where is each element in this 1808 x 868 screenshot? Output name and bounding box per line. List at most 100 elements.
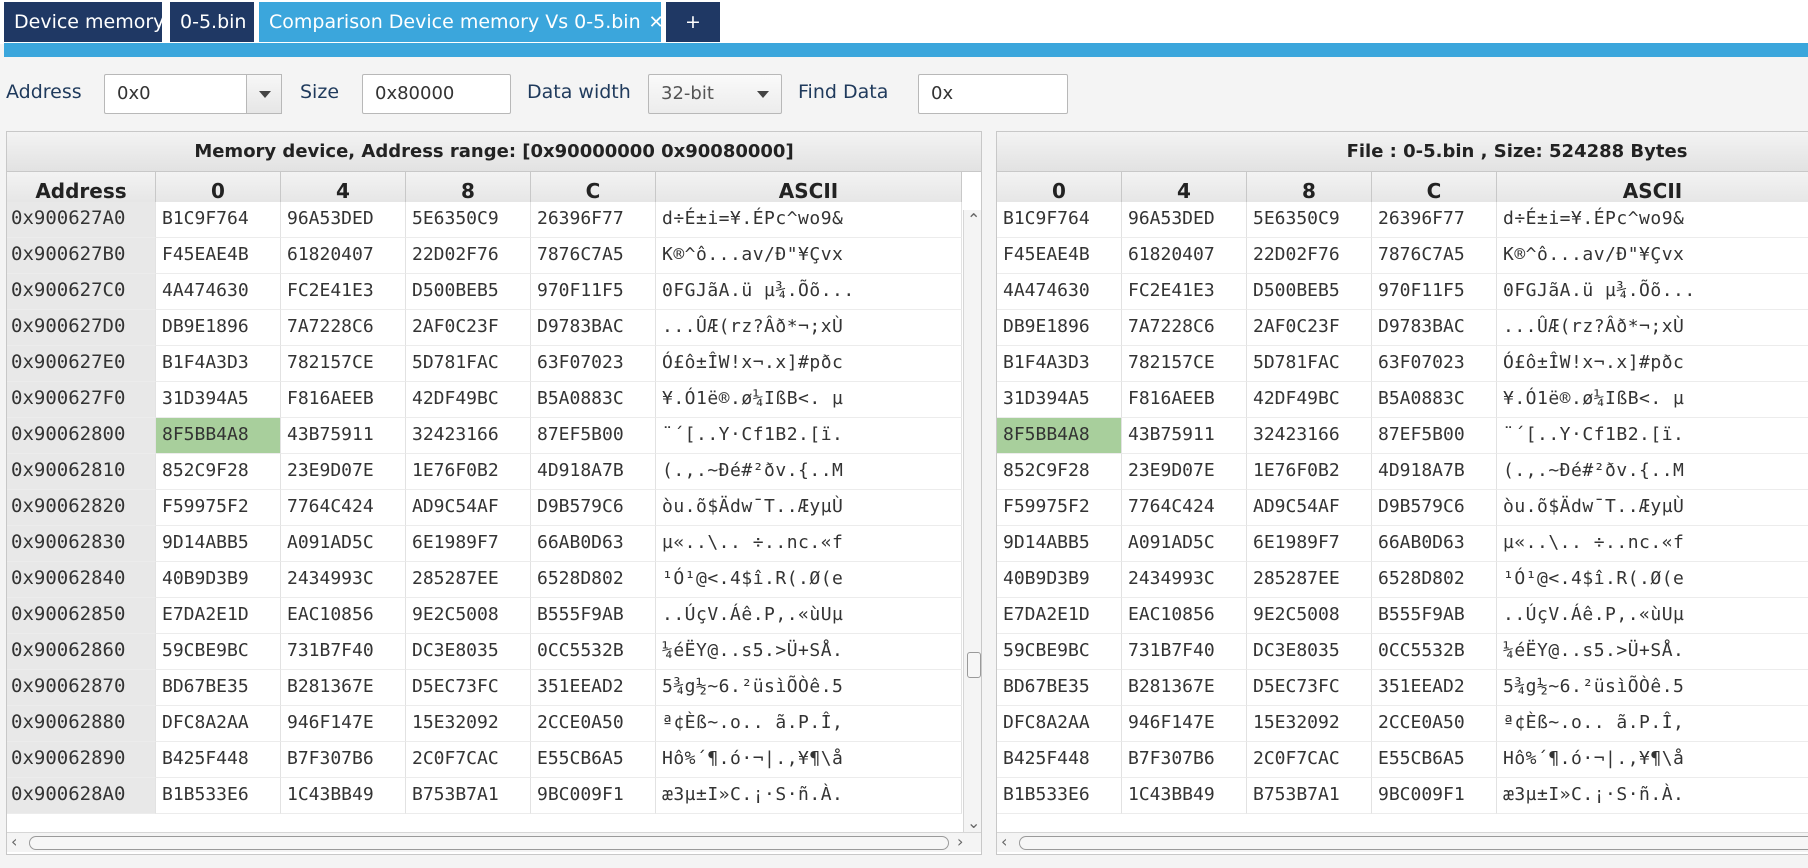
hex-word-cell[interactable]: AD9C54AF bbox=[1247, 490, 1372, 526]
hex-word-cell[interactable]: FC2E41E3 bbox=[1122, 274, 1247, 310]
ascii-cell[interactable]: ¹Ó¹@<.4$î.R(.Ø(e bbox=[1497, 562, 1808, 598]
hex-word-cell[interactable]: E55CB6A5 bbox=[1372, 742, 1497, 778]
hex-word-cell[interactable]: 96A53DED bbox=[1122, 202, 1247, 238]
tab-0-5-bin[interactable]: 0-5.bin bbox=[170, 2, 254, 42]
hex-word-cell[interactable]: F59975F2 bbox=[997, 490, 1122, 526]
hex-word-cell[interactable]: F59975F2 bbox=[156, 490, 281, 526]
ascii-cell[interactable]: K®^ô...av/Ð"¥Çvx bbox=[1497, 238, 1808, 274]
ascii-cell[interactable]: Ó£ô±ÎW!x¬.x]#pðc bbox=[1497, 346, 1808, 382]
hex-word-cell[interactable]: 40B9D3B9 bbox=[997, 562, 1122, 598]
ascii-cell[interactable]: µ«..\.. ÷..nc.«f bbox=[656, 526, 962, 562]
new-tab-button[interactable]: + bbox=[666, 2, 720, 42]
hex-word-cell[interactable]: 7A7228C6 bbox=[281, 310, 406, 346]
hex-word-cell[interactable]: 7876C7A5 bbox=[1372, 238, 1497, 274]
hex-word-cell[interactable]: 9E2C5008 bbox=[406, 598, 531, 634]
ascii-cell[interactable]: 5¾g½~6.²üsìÕÒê.5 bbox=[1497, 670, 1808, 706]
hex-word-cell[interactable]: 6528D802 bbox=[531, 562, 656, 598]
address-cell[interactable]: 0x90062800 bbox=[7, 418, 156, 454]
hex-word-cell[interactable]: D500BEB5 bbox=[406, 274, 531, 310]
hex-word-cell[interactable]: D5EC73FC bbox=[406, 670, 531, 706]
hex-word-cell[interactable]: B281367E bbox=[281, 670, 406, 706]
hex-word-cell[interactable]: E7DA2E1D bbox=[156, 598, 281, 634]
ascii-cell[interactable]: 5¾g½~6.²üsìÕÒê.5 bbox=[656, 670, 962, 706]
horizontal-scrollbar[interactable]: ‹ bbox=[997, 832, 1808, 852]
hex-word-cell[interactable]: DFC8A2AA bbox=[156, 706, 281, 742]
address-cell[interactable]: 0x900627E0 bbox=[7, 346, 156, 382]
hex-word-cell[interactable]: D500BEB5 bbox=[1247, 274, 1372, 310]
ascii-cell[interactable]: òu.õ$Ädw¯T..ÆyµÙ bbox=[1497, 490, 1808, 526]
hex-word-cell[interactable]: B7F307B6 bbox=[281, 742, 406, 778]
hex-word-cell[interactable]: AD9C54AF bbox=[406, 490, 531, 526]
hex-word-cell[interactable]: 22D02F76 bbox=[1247, 238, 1372, 274]
hex-word-cell[interactable]: 87EF5B00 bbox=[531, 418, 656, 454]
scroll-up-icon[interactable]: ⌃ bbox=[967, 210, 980, 229]
hex-word-cell[interactable]: A091AD5C bbox=[1122, 526, 1247, 562]
hex-word-cell[interactable]: BD67BE35 bbox=[156, 670, 281, 706]
hex-word-cell[interactable]: 6E1989F7 bbox=[1247, 526, 1372, 562]
hex-word-cell[interactable]: 2AF0C23F bbox=[1247, 310, 1372, 346]
hex-word-cell[interactable]: 782157CE bbox=[1122, 346, 1247, 382]
hex-word-cell[interactable]: 59CBE9BC bbox=[997, 634, 1122, 670]
ascii-cell[interactable]: ...ÛÆ(rz?Âð*¬;xÙ bbox=[1497, 310, 1808, 346]
scroll-left-icon[interactable]: ‹ bbox=[1001, 832, 1007, 851]
hex-word-cell[interactable]: 7764C424 bbox=[281, 490, 406, 526]
address-cell[interactable]: 0x90062810 bbox=[7, 454, 156, 490]
hex-word-cell[interactable]: 61820407 bbox=[281, 238, 406, 274]
hex-word-cell[interactable]: 26396F77 bbox=[531, 202, 656, 238]
hex-word-cell[interactable]: 6528D802 bbox=[1372, 562, 1497, 598]
hex-word-cell[interactable]: 15E32092 bbox=[406, 706, 531, 742]
hex-word-cell[interactable]: B1B533E6 bbox=[997, 778, 1122, 814]
close-icon[interactable]: ✕ bbox=[649, 12, 661, 33]
hex-word-cell[interactable]: 43B75911 bbox=[1122, 418, 1247, 454]
hex-word-cell[interactable]: 1E76F0B2 bbox=[406, 454, 531, 490]
hex-word-cell[interactable]: D9B579C6 bbox=[531, 490, 656, 526]
hex-word-cell[interactable]: 285287EE bbox=[406, 562, 531, 598]
hex-word-cell[interactable]: B753B7A1 bbox=[1247, 778, 1372, 814]
data-width-select[interactable]: 32-bit bbox=[648, 74, 782, 114]
hex-word-cell[interactable]: 852C9F28 bbox=[997, 454, 1122, 490]
ascii-cell[interactable]: ¹Ó¹@<.4$î.R(.Ø(e bbox=[656, 562, 962, 598]
ascii-cell[interactable]: (.,.~Ðé#²ðv.{..M bbox=[1497, 454, 1808, 490]
hex-word-cell[interactable]: 32423166 bbox=[406, 418, 531, 454]
hex-word-cell[interactable]: 96A53DED bbox=[281, 202, 406, 238]
hex-word-cell[interactable]: 946F147E bbox=[1122, 706, 1247, 742]
ascii-cell[interactable]: ¼éËY@..s5.>Ü+SÅ. bbox=[656, 634, 962, 670]
hex-word-cell[interactable]: 42DF49BC bbox=[1247, 382, 1372, 418]
hex-word-cell[interactable]: 26396F77 bbox=[1372, 202, 1497, 238]
ascii-cell[interactable]: K®^ô...av/Ð"¥Çvx bbox=[656, 238, 962, 274]
hex-word-cell[interactable]: DFC8A2AA bbox=[997, 706, 1122, 742]
hex-word-cell[interactable]: E55CB6A5 bbox=[531, 742, 656, 778]
hex-word-cell[interactable]: D5EC73FC bbox=[1247, 670, 1372, 706]
ascii-cell[interactable]: ¨´[..Y·Cf1B2.[ï. bbox=[656, 418, 962, 454]
address-cell[interactable]: 0x90062840 bbox=[7, 562, 156, 598]
ascii-cell[interactable]: 0FGJãA.ü µ¾.Õõ... bbox=[1497, 274, 1808, 310]
hex-word-cell[interactable]: 6E1989F7 bbox=[406, 526, 531, 562]
hex-word-cell[interactable]: 731B7F40 bbox=[281, 634, 406, 670]
hex-word-cell[interactable]: 5D781FAC bbox=[406, 346, 531, 382]
hex-word-cell[interactable]: 9D14ABB5 bbox=[997, 526, 1122, 562]
vertical-scrollbar[interactable]: ⌃ ⌄ bbox=[963, 210, 981, 832]
hex-word-cell[interactable]: 946F147E bbox=[281, 706, 406, 742]
ascii-cell[interactable]: æ3µ±I»C.¡·S·ñ.À. bbox=[1497, 778, 1808, 814]
hex-word-cell[interactable]: F816AEEB bbox=[1122, 382, 1247, 418]
hex-word-cell[interactable]: B555F9AB bbox=[1372, 598, 1497, 634]
ascii-cell[interactable]: ...ÛÆ(rz?Âð*¬;xÙ bbox=[656, 310, 962, 346]
hex-word-cell[interactable]: D9B579C6 bbox=[1372, 490, 1497, 526]
hex-word-cell[interactable]: 782157CE bbox=[281, 346, 406, 382]
hex-word-cell[interactable]: 7A7228C6 bbox=[1122, 310, 1247, 346]
hex-word-cell[interactable]: DC3E8035 bbox=[1247, 634, 1372, 670]
ascii-cell[interactable]: ª¢Èß~.o.. ã.P.Î, bbox=[656, 706, 962, 742]
horizontal-scrollbar-thumb[interactable] bbox=[1019, 836, 1808, 850]
address-cell[interactable]: 0x900627C0 bbox=[7, 274, 156, 310]
hex-word-cell[interactable]: 731B7F40 bbox=[1122, 634, 1247, 670]
hex-word-cell[interactable]: 7764C424 bbox=[1122, 490, 1247, 526]
ascii-cell[interactable]: ¼éËY@..s5.>Ü+SÅ. bbox=[1497, 634, 1808, 670]
size-input[interactable]: 0x80000 bbox=[362, 74, 511, 114]
hex-word-cell[interactable]: 22D02F76 bbox=[406, 238, 531, 274]
hex-word-cell[interactable]: B1C9F764 bbox=[997, 202, 1122, 238]
hex-word-cell-highlighted[interactable]: 8F5BB4A8 bbox=[156, 418, 281, 454]
address-input[interactable]: 0x0 bbox=[104, 74, 248, 114]
hex-word-cell[interactable]: 4D918A7B bbox=[531, 454, 656, 490]
hex-word-cell[interactable]: D9783BAC bbox=[1372, 310, 1497, 346]
hex-word-cell[interactable]: 1C43BB49 bbox=[281, 778, 406, 814]
